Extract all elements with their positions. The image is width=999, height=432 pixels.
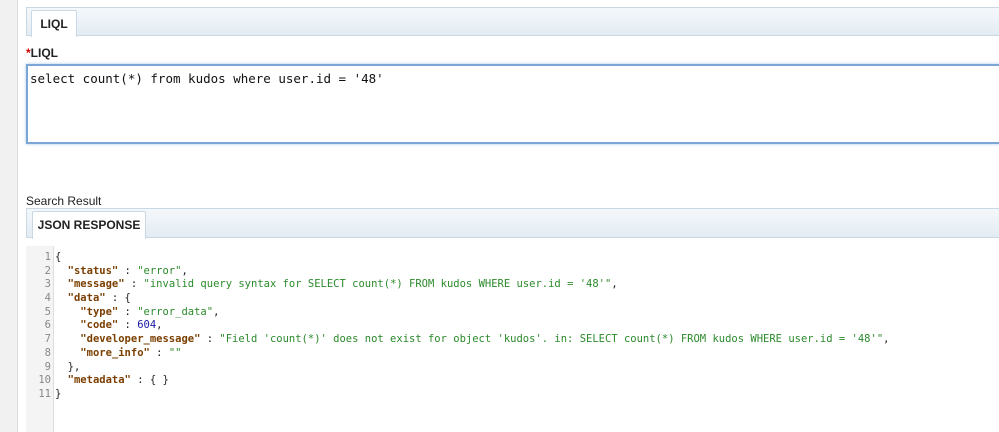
json-punctuation: : xyxy=(124,278,144,291)
json-punctuation: , xyxy=(156,319,163,332)
json-number: 604 xyxy=(137,319,157,332)
code-line: 9 }, xyxy=(26,361,999,375)
liql-label-text: LIQL xyxy=(30,46,58,60)
json-punctuation xyxy=(55,265,68,277)
line-text: { xyxy=(55,251,61,265)
json-punctuation: : xyxy=(149,346,169,359)
code-line: 4 "data" : { xyxy=(26,292,999,306)
tab-liql[interactable]: LIQL xyxy=(31,10,77,37)
code-line: 1{ xyxy=(26,251,999,265)
line-text: "more_info" : "" xyxy=(55,347,181,361)
line-number: 1 xyxy=(44,251,51,263)
json-punctuation xyxy=(55,306,80,318)
json-punctuation: , xyxy=(611,278,618,291)
json-punctuation xyxy=(55,347,80,359)
line-number: 5 xyxy=(44,305,51,318)
json-key: "message" xyxy=(67,278,125,291)
json-string: "error" xyxy=(137,264,182,277)
search-result-label: Search Result xyxy=(26,194,102,208)
json-punctuation: , xyxy=(213,305,220,318)
left-panel-edge xyxy=(0,0,18,432)
line-text: "type" : "error_data", xyxy=(55,306,219,320)
json-punctuation: : xyxy=(118,264,138,277)
json-punctuation xyxy=(55,292,68,304)
json-string: "invalid query syntax for SELECT count(*… xyxy=(143,278,612,291)
json-punctuation xyxy=(55,319,80,331)
line-number: 3 xyxy=(44,278,51,291)
json-punctuation: } xyxy=(55,387,62,400)
liql-query-input[interactable]: select count(*) from kudos where user.id… xyxy=(26,64,999,144)
json-key: "metadata" xyxy=(67,374,131,387)
json-key: "status" xyxy=(67,264,119,277)
line-number: 2 xyxy=(44,264,51,277)
line-number: 11 xyxy=(38,387,51,400)
code-line: 2 "status" : "error", xyxy=(26,265,999,279)
line-number: 9 xyxy=(44,360,51,373)
liql-field-label: *LIQL xyxy=(26,46,58,60)
line-text: "developer_message" : "Field 'count(*)' … xyxy=(55,333,889,347)
tab-json-response[interactable]: JSON RESPONSE xyxy=(32,211,146,239)
line-text: "data" : { xyxy=(55,292,131,306)
line-number: 8 xyxy=(44,346,51,359)
json-punctuation xyxy=(55,278,68,290)
json-punctuation: : xyxy=(118,305,138,318)
line-text: "message" : "invalid query syntax for SE… xyxy=(55,278,618,292)
json-key: "more_info" xyxy=(80,346,150,359)
code-line: 7 "developer_message" : "Field 'count(*)… xyxy=(26,333,999,347)
line-number: 6 xyxy=(44,319,51,332)
code-line: 8 "more_info" : "" xyxy=(26,347,999,361)
json-punctuation: : { xyxy=(105,292,131,305)
code-line: 3 "message" : "invalid query syntax for … xyxy=(26,278,999,292)
code-line: 11} xyxy=(26,388,999,402)
json-punctuation: , xyxy=(181,264,188,277)
json-key: "developer_message" xyxy=(80,333,201,346)
line-text: "code" : 604, xyxy=(55,319,163,333)
line-text: } xyxy=(55,388,61,402)
json-key: "type" xyxy=(80,305,119,318)
json-punctuation xyxy=(55,333,80,345)
json-string: "error_data" xyxy=(137,305,214,318)
json-punctuation: : { } xyxy=(130,374,169,387)
json-key: "data" xyxy=(67,292,106,305)
json-punctuation: }, xyxy=(55,360,81,373)
line-text: "metadata" : { } xyxy=(55,374,169,388)
line-number: 10 xyxy=(38,374,51,387)
code-line: 5 "type" : "error_data", xyxy=(26,306,999,320)
json-punctuation: , xyxy=(883,333,890,346)
json-punctuation: { xyxy=(55,251,62,263)
response-tab-strip xyxy=(26,208,999,238)
code-line: 6 "code" : 604, xyxy=(26,319,999,333)
line-number: 4 xyxy=(44,292,51,305)
json-string: "Field 'count(*)' does not exist for obj… xyxy=(219,333,884,346)
json-punctuation: : xyxy=(200,333,220,346)
json-key: "code" xyxy=(80,319,119,332)
code-line: 10 "metadata" : { } xyxy=(26,374,999,388)
liql-tab-strip xyxy=(26,7,999,36)
line-text: "status" : "error", xyxy=(55,265,188,279)
json-response-viewer: 1{2 "status" : "error", 3 "message" : "in… xyxy=(26,246,999,432)
json-string: "" xyxy=(168,346,182,359)
line-text: }, xyxy=(55,360,81,375)
json-punctuation xyxy=(55,374,68,386)
line-number: 7 xyxy=(44,333,51,346)
json-code-lines: 1{2 "status" : "error", 3 "message" : "in… xyxy=(26,251,999,402)
json-punctuation: : xyxy=(118,319,138,332)
